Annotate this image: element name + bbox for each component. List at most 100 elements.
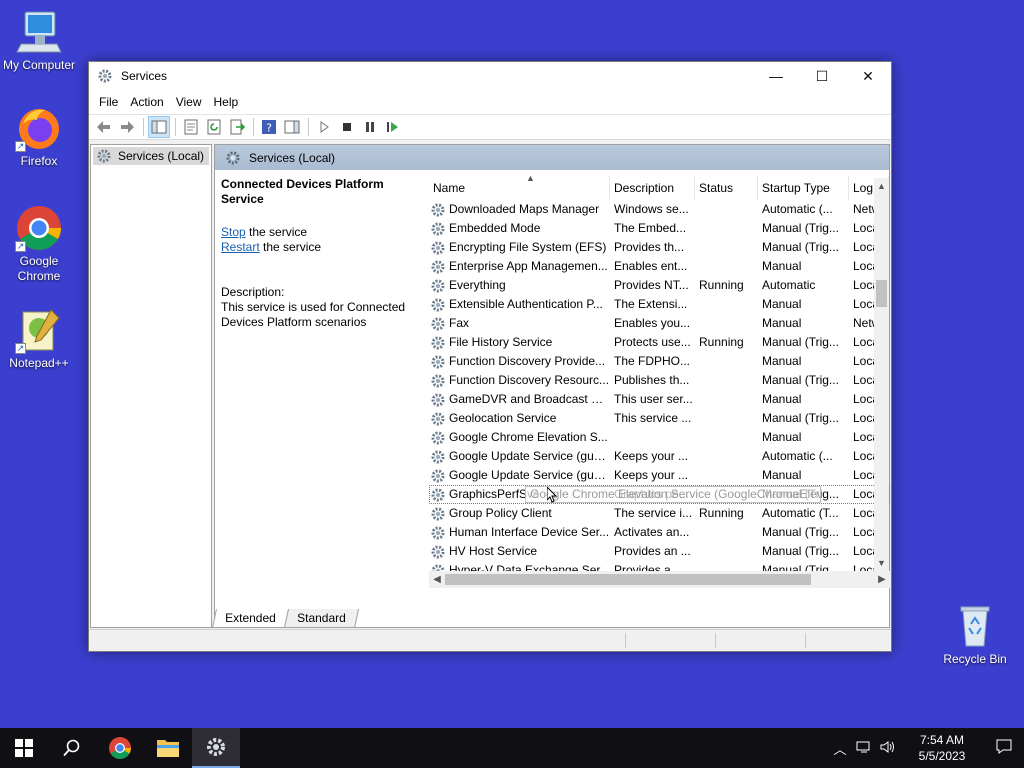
table-row[interactable]: Fax Enables you... Manual Netw bbox=[429, 314, 890, 333]
column-header-startup-type[interactable]: Startup Type bbox=[758, 176, 849, 200]
title-bar[interactable]: Services — ☐ ✕ bbox=[89, 62, 891, 90]
taskbar-chrome[interactable] bbox=[96, 728, 144, 768]
clock-time: 7:54 AM bbox=[919, 733, 965, 747]
table-row[interactable]: GameDVR and Broadcast Us... This user ser… bbox=[429, 390, 890, 409]
scroll-down-icon[interactable]: ▼ bbox=[874, 555, 889, 571]
vertical-scrollbar[interactable]: ▲ ▼ bbox=[874, 178, 889, 571]
stop-service-button[interactable] bbox=[336, 116, 358, 138]
forward-button[interactable] bbox=[116, 116, 138, 138]
cell-name: Function Discovery Provide... bbox=[429, 352, 610, 371]
cell-name: Google Update Service (gup... bbox=[429, 447, 610, 466]
tab-extended[interactable]: Extended bbox=[211, 609, 289, 628]
menu-view[interactable]: View bbox=[170, 95, 208, 109]
table-row[interactable]: Human Interface Device Ser... Activates a… bbox=[429, 523, 890, 542]
chrome-icon: ↗ bbox=[15, 204, 63, 252]
column-header-description[interactable]: Description bbox=[610, 176, 695, 200]
taskbar-services[interactable] bbox=[192, 728, 240, 768]
service-gear-icon bbox=[431, 507, 445, 520]
horizontal-scrollbar[interactable]: ◀ ▶ bbox=[429, 571, 890, 588]
table-row[interactable]: File History Service Protects use... Runni… bbox=[429, 333, 890, 352]
restart-service-link[interactable]: Restart bbox=[221, 240, 260, 254]
pause-icon bbox=[366, 122, 374, 132]
desktop-icon-google-chrome[interactable]: ↗ Google Chrome bbox=[1, 204, 77, 284]
column-header-name[interactable]: Name bbox=[429, 176, 610, 200]
services-gear-icon bbox=[207, 738, 225, 756]
restart-service-button[interactable] bbox=[382, 116, 404, 138]
tree-item-services-local[interactable]: Services (Local) bbox=[93, 147, 209, 165]
help-button[interactable]: ? bbox=[258, 116, 280, 138]
column-header-status[interactable]: Status bbox=[695, 176, 758, 200]
desktop-icon-firefox[interactable]: ↗ Firefox bbox=[1, 104, 77, 169]
cell-name: HV Host Service bbox=[429, 542, 610, 561]
cell-startup-type: Manual (Trig... bbox=[762, 411, 839, 425]
menu-file[interactable]: File bbox=[93, 95, 124, 109]
service-name: Google Update Service (gup... bbox=[449, 468, 610, 482]
table-row[interactable]: Embedded Mode The Embed... Manual (Trig...… bbox=[429, 219, 890, 238]
table-row[interactable]: GraphicsPerfSvcGraphics pe...Manual (Tri… bbox=[429, 485, 890, 504]
menu-action[interactable]: Action bbox=[124, 95, 169, 109]
cell-name: Function Discovery Resourc... bbox=[429, 371, 610, 390]
vertical-scroll-thumb[interactable] bbox=[876, 280, 887, 307]
service-name: Embedded Mode bbox=[449, 221, 541, 235]
pause-service-button[interactable] bbox=[359, 116, 381, 138]
back-arrow-icon bbox=[97, 121, 110, 133]
table-row[interactable]: Encrypting File System (EFS) Provides th.… bbox=[429, 238, 890, 257]
desktop-icon-recycle-bin[interactable]: Recycle Bin bbox=[937, 602, 1013, 667]
start-button[interactable] bbox=[0, 728, 48, 768]
refresh-icon bbox=[207, 119, 221, 135]
scroll-up-icon[interactable]: ▲ bbox=[874, 178, 889, 194]
cell-startup-type: Manual bbox=[762, 354, 802, 368]
volume-icon[interactable] bbox=[876, 740, 900, 757]
service-name: Enterprise App Managemen... bbox=[449, 259, 608, 273]
toolbar-separator bbox=[175, 118, 176, 136]
show-hidden-icons-chevron-up-icon[interactable]: ︿ bbox=[828, 739, 852, 758]
table-row[interactable]: Function Discovery Resourc... Publishes t… bbox=[429, 371, 890, 390]
service-name: Function Discovery Resourc... bbox=[449, 373, 610, 387]
service-name: HV Host Service bbox=[449, 544, 538, 558]
cell-description: Publishes th... bbox=[614, 373, 690, 387]
table-row[interactable]: Function Discovery Provide... The FDPHO..… bbox=[429, 352, 890, 371]
table-row[interactable]: Hyper-V Data Exchange Ser... Provides a .… bbox=[429, 561, 890, 571]
start-service-button[interactable] bbox=[313, 116, 335, 138]
horizontal-scroll-thumb[interactable] bbox=[445, 574, 811, 585]
close-button[interactable]: ✕ bbox=[845, 62, 891, 90]
minimize-button[interactable]: — bbox=[753, 62, 799, 90]
table-row[interactable]: Google Update Service (gup... Keeps your … bbox=[429, 447, 890, 466]
table-row[interactable]: Everything Provides NT... Running Automatic… bbox=[429, 276, 890, 295]
stop-service-link[interactable]: Stop bbox=[221, 225, 246, 239]
show-action-pane-button[interactable] bbox=[281, 116, 303, 138]
maximize-button[interactable]: ☐ bbox=[799, 62, 845, 90]
desktop-icon-my-computer[interactable]: My Computer bbox=[1, 8, 77, 73]
search-button[interactable] bbox=[48, 728, 96, 768]
service-gear-icon bbox=[431, 488, 445, 501]
cell-startup-type: Automatic (... bbox=[762, 449, 833, 463]
service-gear-icon bbox=[431, 412, 445, 425]
cell-status: Running bbox=[699, 335, 744, 349]
back-button[interactable] bbox=[93, 116, 115, 138]
table-row[interactable]: Extensible Authentication P... The Extens… bbox=[429, 295, 890, 314]
show-hide-console-tree-button[interactable] bbox=[148, 116, 170, 138]
table-row[interactable]: Geolocation Service This service ... Manua… bbox=[429, 409, 890, 428]
export-list-button[interactable] bbox=[226, 116, 248, 138]
scroll-left-icon[interactable]: ◀ bbox=[429, 571, 445, 588]
table-row[interactable]: Group Policy Client The service i... Runni… bbox=[429, 504, 890, 523]
menu-help[interactable]: Help bbox=[208, 95, 245, 109]
service-gear-icon bbox=[431, 279, 445, 292]
network-icon[interactable] bbox=[852, 740, 876, 757]
tab-standard[interactable]: Standard bbox=[283, 609, 359, 628]
taskbar-file-explorer[interactable] bbox=[144, 728, 192, 768]
table-row[interactable]: Google Chrome Elevation S... Manual Loca bbox=[429, 428, 890, 447]
cell-description: Enables ent... bbox=[614, 259, 688, 273]
scroll-right-icon[interactable]: ▶ bbox=[874, 571, 890, 588]
table-row[interactable]: Enterprise App Managemen... Enables ent..… bbox=[429, 257, 890, 276]
table-row[interactable]: Google Update Service (gup... Keeps your … bbox=[429, 466, 890, 485]
clock[interactable]: 7:54 AM 5/5/2023 bbox=[906, 732, 978, 764]
properties-button[interactable] bbox=[180, 116, 202, 138]
refresh-button[interactable] bbox=[203, 116, 225, 138]
cell-startup-type: Automatic (... bbox=[762, 202, 833, 216]
desktop-icon-label: Firefox bbox=[20, 154, 58, 168]
action-center-notification-icon[interactable] bbox=[984, 738, 1024, 758]
table-row[interactable]: HV Host Service Provides an ... Manual (Tr… bbox=[429, 542, 890, 561]
desktop-icon-notepad-plus-plus[interactable]: ↗ Notepad++ bbox=[1, 306, 77, 371]
table-row[interactable]: Downloaded Maps Manager Windows se... Auto… bbox=[429, 200, 890, 219]
